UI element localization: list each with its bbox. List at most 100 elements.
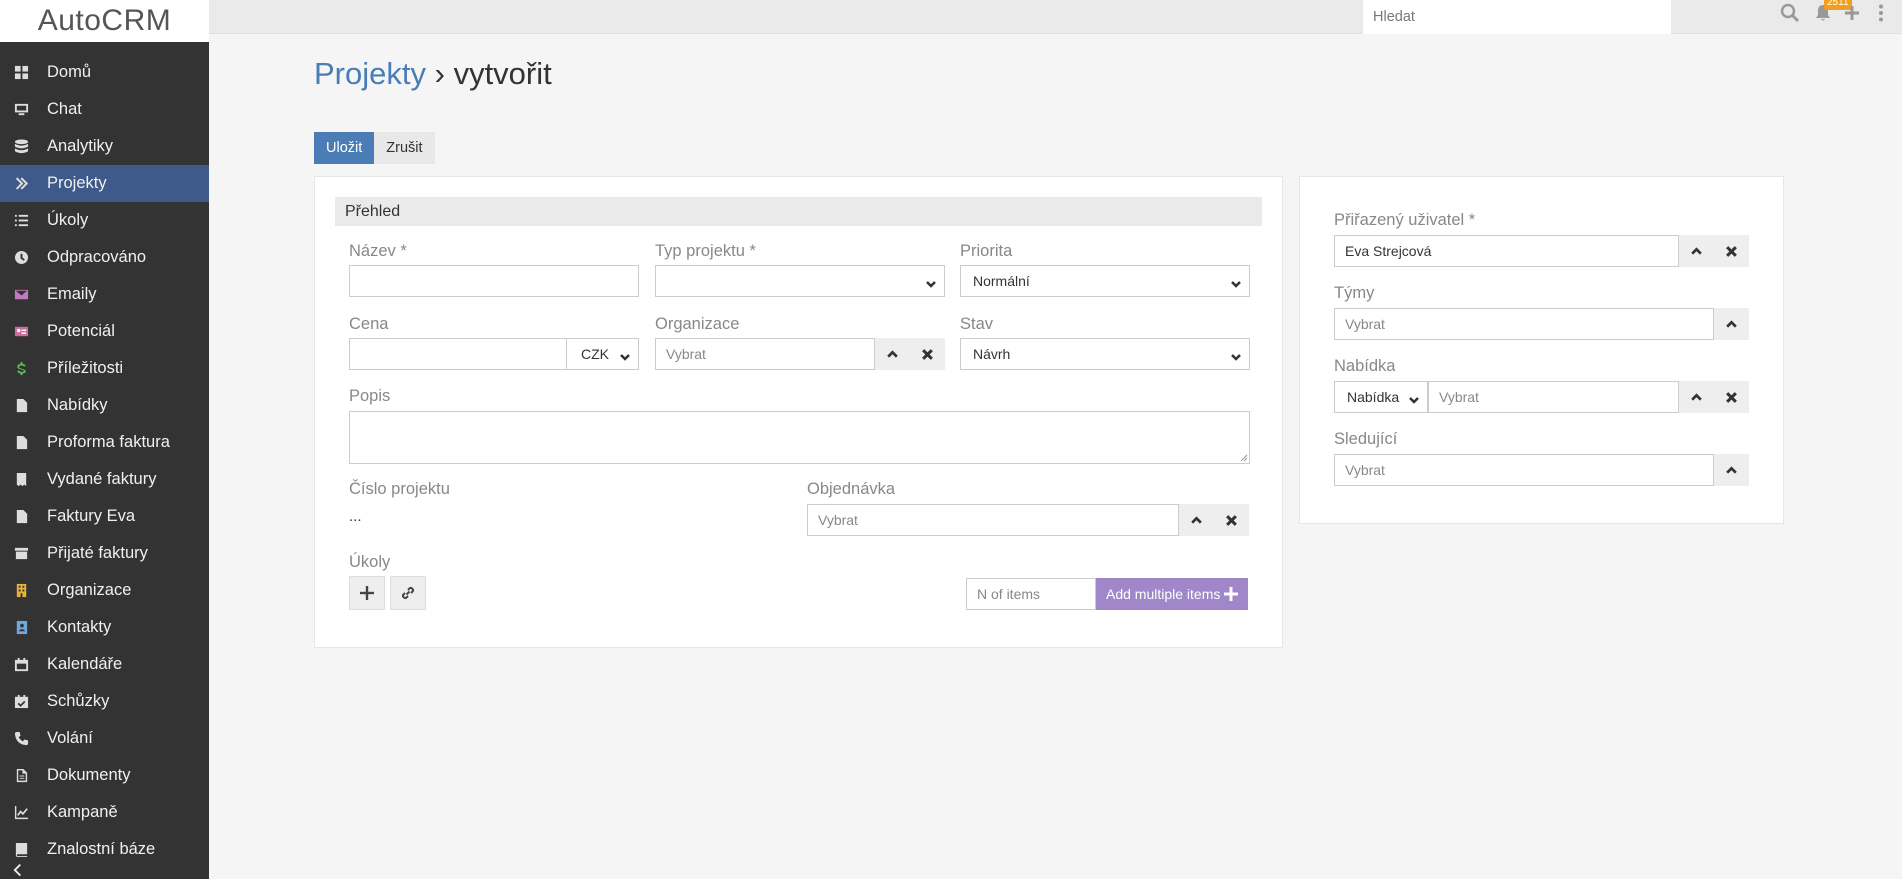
project-type-select[interactable] bbox=[655, 265, 945, 297]
close-icon bbox=[1726, 245, 1737, 257]
sidebar-item-label: Chat bbox=[47, 100, 82, 118]
chevron-up-icon bbox=[1726, 319, 1737, 328]
sidebar-item-13[interactable]: Faktury Eva bbox=[0, 498, 209, 535]
contact-icon bbox=[12, 620, 30, 636]
sidebar-item-6[interactable]: Odpracováno bbox=[0, 239, 209, 276]
priority-select[interactable]: Normální bbox=[960, 265, 1250, 297]
chevron-up-icon bbox=[1691, 246, 1702, 255]
sidebar-item-4[interactable]: Projekty bbox=[0, 165, 209, 202]
cancel-button[interactable]: Zrušit bbox=[374, 132, 435, 164]
link-task-button[interactable] bbox=[390, 576, 426, 610]
organization-select-button[interactable] bbox=[875, 338, 910, 370]
teams-select-button[interactable] bbox=[1714, 308, 1749, 340]
tasks-label: Úkoly bbox=[349, 553, 391, 571]
more-vertical-icon[interactable] bbox=[1870, 2, 1892, 24]
phone-icon bbox=[12, 731, 30, 747]
sidebar-item-1[interactable]: Domů bbox=[0, 54, 209, 91]
sidebar-item-label: Faktury Eva bbox=[47, 507, 136, 525]
sidebar-item-8[interactable]: Potenciál bbox=[0, 313, 209, 350]
sidebar-item-18[interactable]: Schůzky bbox=[0, 683, 209, 720]
sidebar-item-9[interactable]: Příležitosti bbox=[0, 350, 209, 387]
search-icon[interactable] bbox=[1779, 2, 1801, 24]
file-icon bbox=[12, 509, 30, 525]
offer-clear-button[interactable] bbox=[1714, 381, 1749, 413]
followers-select-button[interactable] bbox=[1714, 454, 1749, 486]
add-multiple-items-button[interactable]: Add multiple items bbox=[1096, 578, 1249, 610]
sidebar-item-21[interactable]: Kampaně bbox=[0, 794, 209, 831]
followers-input[interactable] bbox=[1334, 454, 1714, 486]
chevron-down-icon bbox=[1409, 392, 1419, 404]
sidebar-item-label: Odpracováno bbox=[47, 248, 147, 266]
teams-input[interactable] bbox=[1334, 308, 1714, 340]
organization-input[interactable] bbox=[655, 338, 875, 370]
organization-label: Organizace bbox=[655, 315, 740, 333]
sidebar-item-22[interactable]: Znalostní báze bbox=[0, 831, 209, 868]
chart-line-icon bbox=[12, 805, 30, 821]
search-input[interactable] bbox=[1363, 0, 1671, 34]
order-input[interactable] bbox=[807, 504, 1179, 536]
project-number-label: Číslo projektu bbox=[349, 480, 450, 498]
currency-select[interactable]: CZK bbox=[566, 338, 639, 370]
id-card-icon bbox=[12, 324, 30, 340]
offer-input[interactable] bbox=[1428, 381, 1679, 413]
sidebar-item-label: Domů bbox=[47, 63, 92, 81]
close-icon bbox=[1226, 514, 1237, 526]
status-select[interactable]: Návrh bbox=[960, 338, 1250, 370]
file-icon bbox=[12, 398, 30, 414]
sidebar-item-20[interactable]: Dokumenty bbox=[0, 757, 209, 794]
sidebar-item-10[interactable]: Nabídky bbox=[0, 387, 209, 424]
order-clear-button[interactable] bbox=[1214, 504, 1249, 536]
assigned-user-input[interactable] bbox=[1334, 235, 1679, 267]
dollar-icon bbox=[12, 361, 30, 377]
breadcrumb-projects-link[interactable]: Projekty bbox=[314, 56, 426, 91]
sidebar-item-5[interactable]: Úkoly bbox=[0, 202, 209, 239]
sidebar-item-17[interactable]: Kalendáře bbox=[0, 646, 209, 683]
envelope-icon bbox=[12, 287, 30, 303]
description-textarea[interactable] bbox=[349, 411, 1250, 464]
sidebar-item-14[interactable]: Přijaté faktury bbox=[0, 535, 209, 572]
assigned-user-select-button[interactable] bbox=[1679, 235, 1714, 267]
add-multiple-label: Add multiple items bbox=[1106, 586, 1221, 602]
n-of-items-input[interactable] bbox=[966, 578, 1096, 610]
sidebar-item-19[interactable]: Volání bbox=[0, 720, 209, 757]
sidebar-item-2[interactable]: Chat bbox=[0, 91, 209, 128]
sidebar-item-label: Projekty bbox=[47, 174, 107, 192]
add-task-button[interactable] bbox=[349, 576, 385, 610]
order-select-button[interactable] bbox=[1179, 504, 1214, 536]
plus-icon bbox=[1224, 587, 1239, 601]
priority-label: Priorita bbox=[960, 242, 1013, 260]
sidebar-item-label: Kampaně bbox=[47, 803, 118, 821]
document-icon bbox=[12, 768, 30, 784]
chevron-up-icon bbox=[1691, 392, 1702, 401]
action-buttons: Uložit Zrušit bbox=[314, 132, 435, 164]
sidebar-item-7[interactable]: Emaily bbox=[0, 276, 209, 313]
resize-handle-icon[interactable] bbox=[1240, 454, 1248, 462]
offer-select-button[interactable] bbox=[1679, 381, 1714, 413]
description-label: Popis bbox=[349, 387, 391, 405]
sidebar-item-label: Příležitosti bbox=[47, 359, 124, 377]
offer-type-select[interactable]: Nabídka bbox=[1334, 381, 1428, 413]
sidebar-item-12[interactable]: Vydané faktury bbox=[0, 461, 209, 498]
sidebar-item-label: Přijaté faktury bbox=[47, 544, 148, 562]
collapse-sidebar-icon[interactable] bbox=[10, 863, 26, 879]
sidebar-item-11[interactable]: Proforma faktura bbox=[0, 424, 209, 461]
price-input[interactable] bbox=[349, 338, 567, 370]
name-input[interactable] bbox=[349, 265, 639, 297]
plus-icon[interactable] bbox=[1841, 2, 1863, 24]
sidebar-item-16[interactable]: Kontakty bbox=[0, 609, 209, 646]
calendar-icon bbox=[12, 657, 30, 673]
plus-icon bbox=[360, 586, 374, 600]
organization-clear-button[interactable] bbox=[910, 338, 945, 370]
status-value: Návrh bbox=[973, 346, 1011, 362]
sidebar-item-15[interactable]: Organizace bbox=[0, 572, 209, 609]
sidebar: AutoCRM Domů Chat Analytiky Projekty Úkoly Od… bbox=[0, 0, 209, 879]
sidebar-item-3[interactable]: Analytiky bbox=[0, 128, 209, 165]
save-button[interactable]: Uložit bbox=[314, 132, 375, 164]
offer-type-value: Nabídka bbox=[1347, 389, 1400, 405]
name-label: Název * bbox=[349, 242, 407, 260]
dashboard-icon bbox=[12, 65, 30, 81]
assigned-user-clear-button[interactable] bbox=[1714, 235, 1749, 267]
app-logo[interactable]: AutoCRM bbox=[0, 0, 209, 42]
side-panel: Přiřazený uživatel * Týmy Nabídka Nabídk… bbox=[1299, 176, 1784, 524]
sidebar-item-label: Potenciál bbox=[47, 322, 115, 340]
